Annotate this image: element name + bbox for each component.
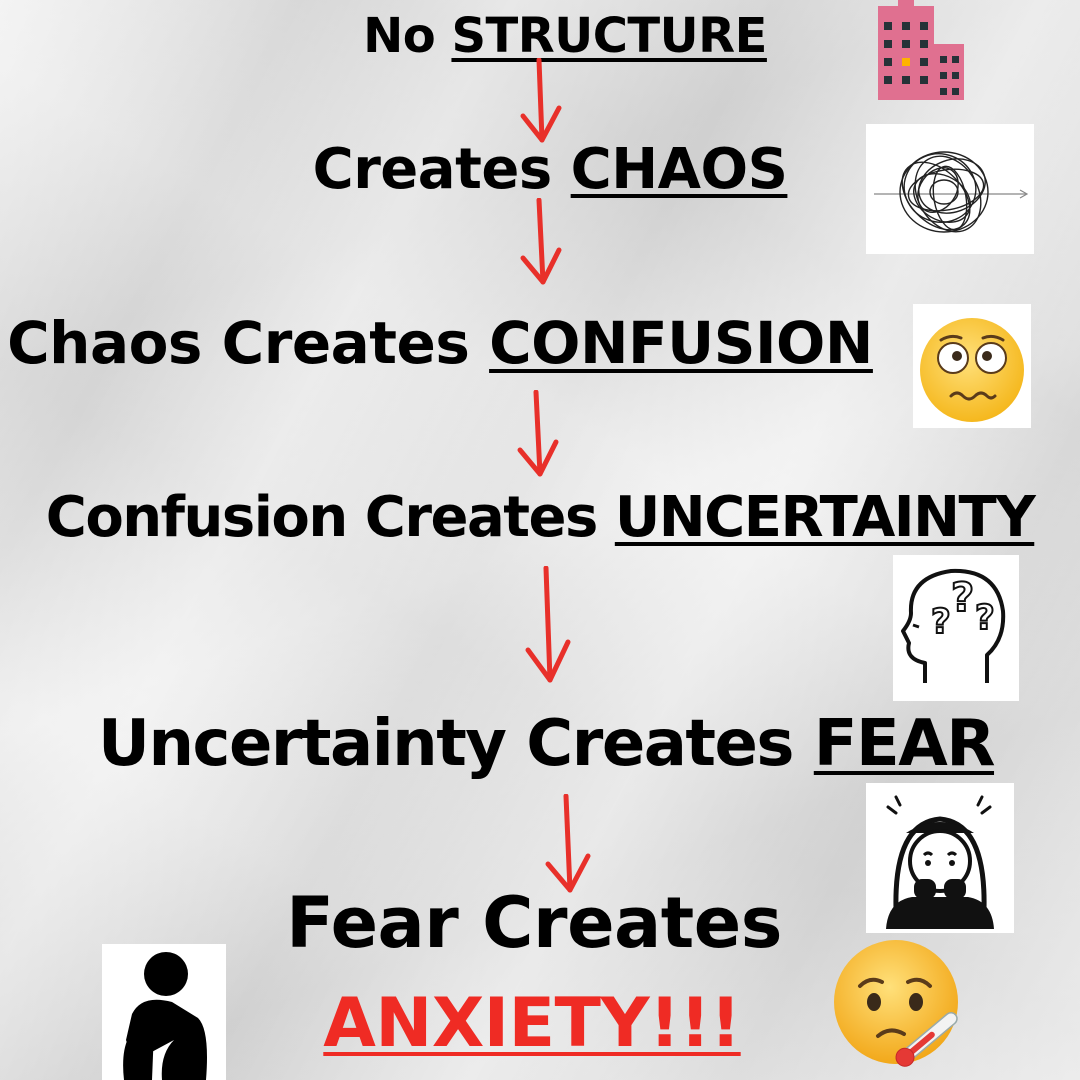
svg-text:?: ? (975, 598, 995, 638)
line-prefix: Fear Creates (286, 882, 782, 964)
head-question-marks-icon: ? ? ? (901, 568, 1006, 683)
line-prefix: Uncertainty Creates (97, 707, 814, 781)
arrow-down-icon (525, 566, 571, 683)
fear-picture (866, 783, 1014, 933)
building-icon (878, 0, 964, 100)
tangled-scribble-icon (874, 151, 1029, 233)
confused-face-emoji (920, 318, 1024, 422)
arrow-down-icon (517, 390, 559, 477)
svg-text:?: ? (951, 575, 974, 621)
chaos-picture (866, 124, 1034, 254)
svg-text:?: ? (931, 602, 951, 642)
line-emphasis: UNCERTAINTY (614, 485, 1036, 550)
anxiety-person-picture (102, 944, 226, 1080)
line-prefix: No (363, 8, 452, 64)
arrow-down-icon (545, 794, 591, 893)
frightened-person-icon (886, 795, 994, 929)
line-emphasis: CONFUSION (489, 309, 873, 377)
anxiety-text: ANXIETY!!! (323, 984, 741, 1063)
sick-face-thermometer-emoji (834, 940, 958, 1067)
line-prefix: Confusion Creates (45, 485, 615, 550)
arrow-down-icon (520, 198, 562, 285)
uncertainty-picture: ? ? ? (893, 555, 1019, 701)
poster: No STRUCTURE Creates CHAOS Chaos Creates… (0, 0, 1080, 1080)
line-emphasis: CHAOS (570, 137, 788, 202)
arrow-down-icon (520, 58, 562, 143)
line-uncertainty-creates-fear: Uncertainty Creates FEAR (6, 712, 1080, 776)
confusion-picture (913, 304, 1031, 428)
line-confusion-creates-uncertainty: Confusion Creates UNCERTAINTY (0, 490, 1080, 546)
line-prefix: Chaos Creates (7, 309, 490, 377)
line-emphasis: FEAR (813, 707, 996, 781)
sitting-sad-person-icon (123, 952, 207, 1080)
line-emphasis: STRUCTURE (451, 8, 767, 64)
line-chaos-creates-confusion: Chaos Creates CONFUSION (0, 314, 980, 372)
